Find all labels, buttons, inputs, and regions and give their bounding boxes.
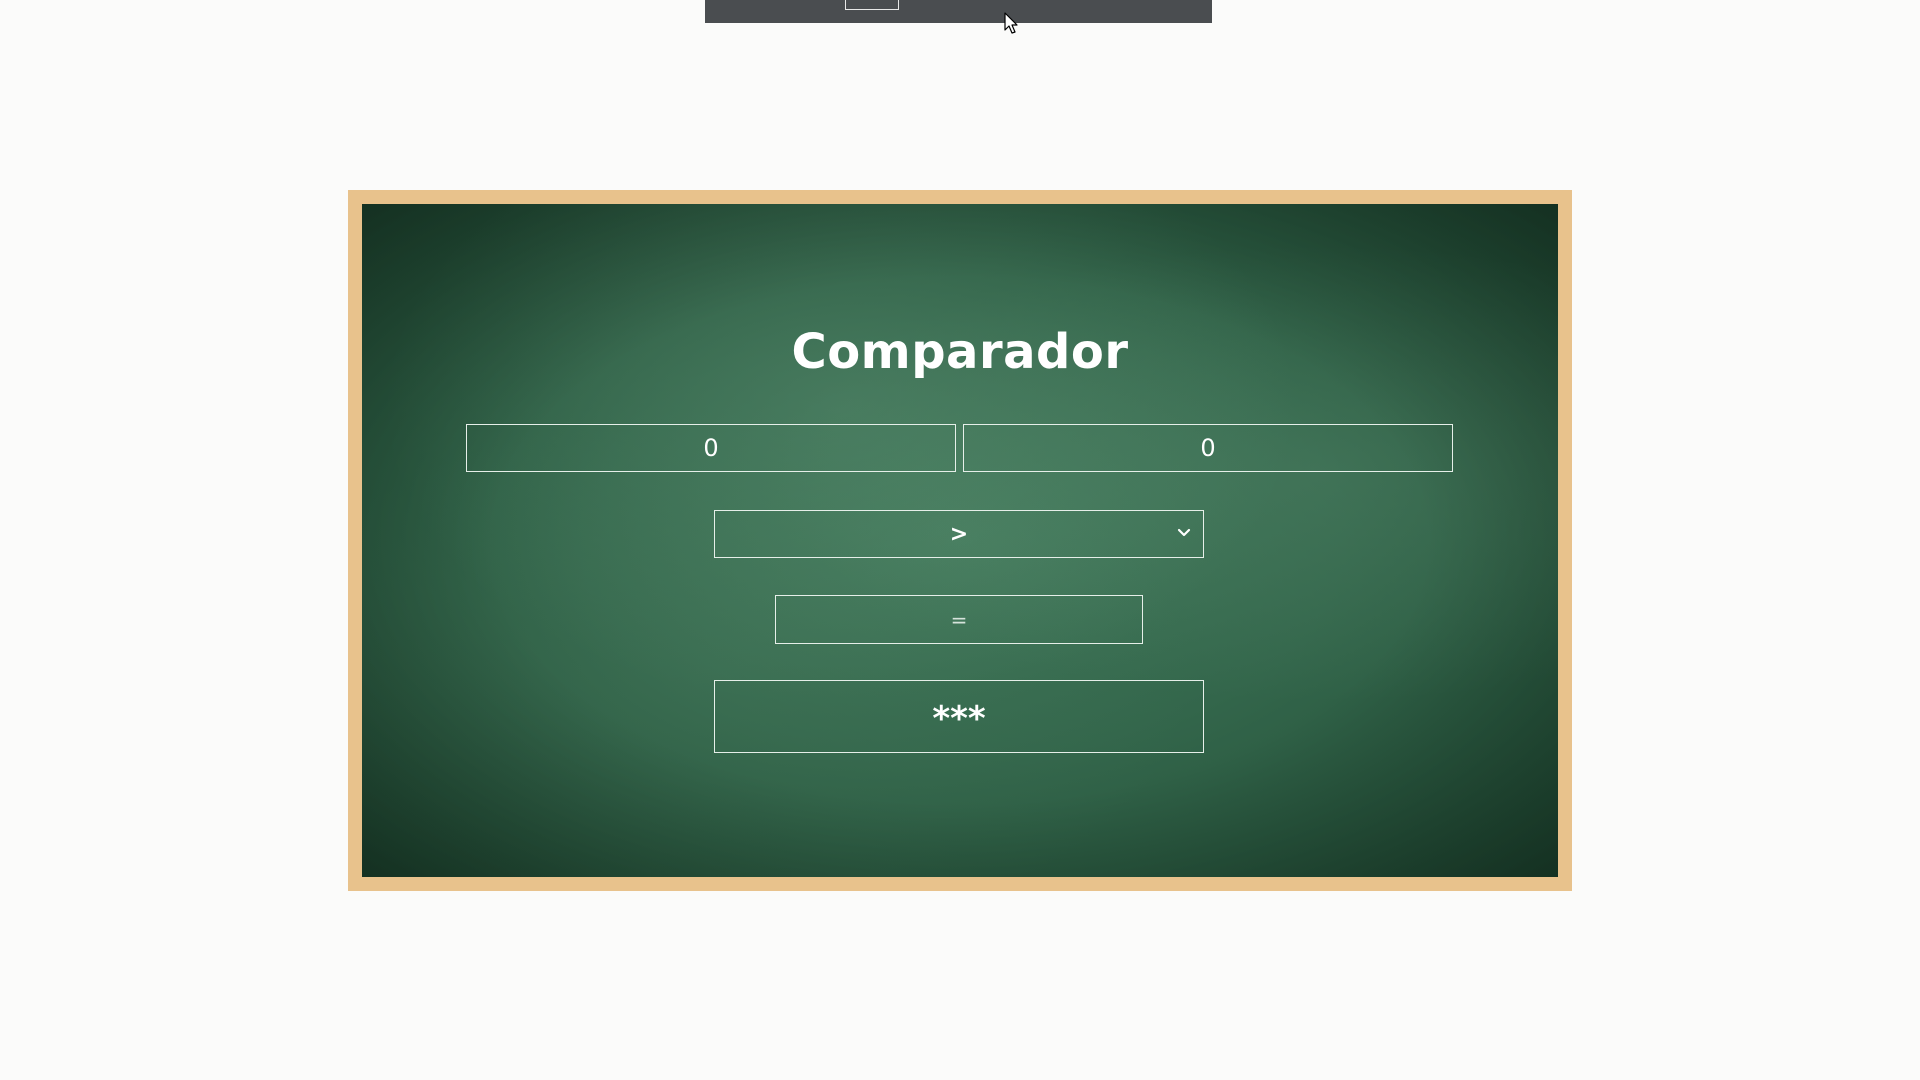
second-number-input[interactable] xyxy=(963,424,1453,472)
page-title: Comparador xyxy=(791,324,1129,380)
operator-select[interactable]: > xyxy=(714,510,1204,558)
result-field xyxy=(775,595,1143,644)
chalkboard-frame: Comparador > *** xyxy=(348,190,1572,891)
top-toolbar xyxy=(705,0,1212,23)
chevron-down-icon xyxy=(1177,528,1191,537)
first-number-input[interactable] xyxy=(466,424,956,472)
operator-select-value: > xyxy=(949,521,969,547)
mouse-cursor-icon xyxy=(1004,12,1018,34)
chalkboard: Comparador > *** xyxy=(362,204,1558,877)
toolbar-tab[interactable] xyxy=(845,0,899,10)
compare-button[interactable]: *** xyxy=(714,680,1204,753)
